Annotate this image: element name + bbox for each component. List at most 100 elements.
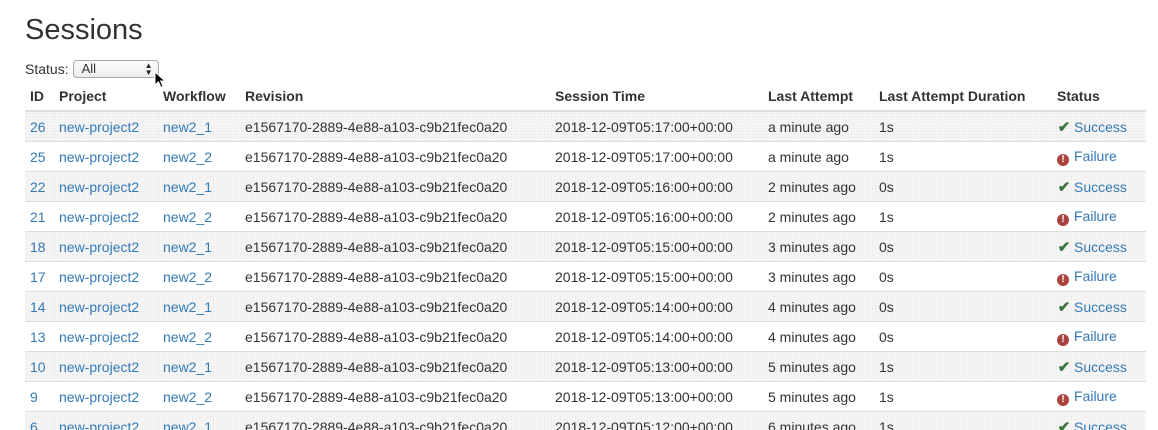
exclamation-circle-icon: !	[1057, 213, 1069, 226]
status-cell: ✔ Success	[1052, 171, 1146, 202]
status-link[interactable]: Success	[1074, 359, 1127, 375]
project-link[interactable]: new-project2	[59, 149, 139, 165]
session-id-cell: 21	[25, 201, 54, 232]
status-cell: ! Failure	[1052, 381, 1146, 412]
project-link[interactable]: new-project2	[59, 119, 139, 135]
last-attempt-cell: 5 minutes ago	[763, 381, 874, 412]
table-row: 9 new-project2 new2_2 e1567170-2889-4e88-a1…	[25, 381, 1146, 412]
status-cell: ✔ Success	[1052, 411, 1146, 430]
select-arrows-icon: ▲ ▼	[144, 61, 153, 77]
status-link[interactable]: Failure	[1074, 328, 1117, 344]
workflow-link[interactable]: new2_1	[163, 419, 212, 430]
session-id-cell: 14	[25, 291, 54, 322]
workflow-cell: new2_1	[158, 231, 240, 262]
workflow-cell: new2_1	[158, 291, 240, 322]
sessions-page: Sessions Status: All ▲ ▼ ID Project Workf…	[0, 0, 1158, 430]
project-link[interactable]: new-project2	[59, 419, 139, 430]
exclamation-circle-icon: !	[1057, 273, 1069, 286]
last-attempt-cell: 3 minutes ago	[763, 231, 874, 262]
status-cell: ✔ Success	[1052, 231, 1146, 262]
status-link[interactable]: Success	[1074, 119, 1127, 135]
workflow-link[interactable]: new2_2	[163, 269, 212, 285]
session-time-cell: 2018-12-09T05:16:00+00:00	[550, 201, 763, 232]
session-id-link[interactable]: 22	[30, 179, 46, 195]
duration-cell: 0s	[874, 321, 1052, 352]
page-title: Sessions	[25, 14, 143, 46]
revision-cell: e1567170-2889-4e88-a103-c9b21fec0a20	[240, 321, 550, 352]
revision-cell: e1567170-2889-4e88-a103-c9b21fec0a20	[240, 381, 550, 412]
session-id-link[interactable]: 10	[30, 359, 46, 375]
duration-cell: 1s	[874, 381, 1052, 412]
session-id-cell: 25	[25, 141, 54, 172]
check-icon: ✔	[1057, 298, 1071, 316]
workflow-link[interactable]: new2_2	[163, 209, 212, 225]
project-link[interactable]: new-project2	[59, 389, 139, 405]
workflow-link[interactable]: new2_1	[163, 299, 212, 315]
session-id-link[interactable]: 18	[30, 239, 46, 255]
last-attempt-cell: 6 minutes ago	[763, 411, 874, 430]
session-id-cell: 17	[25, 261, 54, 292]
session-id-link[interactable]: 21	[30, 209, 46, 225]
status-link[interactable]: Success	[1074, 179, 1127, 195]
duration-cell: 1s	[874, 110, 1052, 142]
last-attempt-cell: 4 minutes ago	[763, 321, 874, 352]
table-row: 26 new-project2 new2_1 e1567170-2889-4e88-a…	[25, 110, 1146, 142]
header-workflow: Workflow	[158, 81, 240, 112]
project-link[interactable]: new-project2	[59, 299, 139, 315]
project-link[interactable]: new-project2	[59, 179, 139, 195]
workflow-link[interactable]: new2_1	[163, 179, 212, 195]
session-id-link[interactable]: 13	[30, 329, 46, 345]
status-cell: ✔ Success	[1052, 351, 1146, 382]
project-link[interactable]: new-project2	[59, 239, 139, 255]
project-cell: new-project2	[54, 261, 158, 292]
status-link[interactable]: Success	[1074, 299, 1127, 315]
project-cell: new-project2	[54, 171, 158, 202]
status-link[interactable]: Failure	[1074, 388, 1117, 404]
header-session-time: Session Time	[550, 81, 763, 112]
revision-cell: e1567170-2889-4e88-a103-c9b21fec0a20	[240, 110, 550, 142]
status-cell: ✔ Success	[1052, 291, 1146, 322]
duration-cell: 0s	[874, 231, 1052, 262]
check-icon: ✔	[1057, 118, 1071, 136]
workflow-link[interactable]: new2_2	[163, 329, 212, 345]
header-last-attempt-duration: Last Attempt Duration	[874, 81, 1052, 112]
duration-cell: 1s	[874, 141, 1052, 172]
workflow-link[interactable]: new2_1	[163, 359, 212, 375]
session-id-cell: 10	[25, 351, 54, 382]
status-link[interactable]: Failure	[1074, 208, 1117, 224]
project-cell: new-project2	[54, 110, 158, 142]
status-link[interactable]: Success	[1074, 419, 1127, 430]
project-link[interactable]: new-project2	[59, 209, 139, 225]
status-link[interactable]: Success	[1074, 239, 1127, 255]
project-link[interactable]: new-project2	[59, 359, 139, 375]
workflow-link[interactable]: new2_1	[163, 239, 212, 255]
revision-cell: e1567170-2889-4e88-a103-c9b21fec0a20	[240, 141, 550, 172]
session-id-cell: 13	[25, 321, 54, 352]
session-id-link[interactable]: 14	[30, 299, 46, 315]
table-row: 25 new-project2 new2_2 e1567170-2889-4e88-a…	[25, 141, 1146, 172]
session-id-link[interactable]: 26	[30, 119, 46, 135]
session-id-link[interactable]: 17	[30, 269, 46, 285]
session-id-cell: 22	[25, 171, 54, 202]
header-status: Status	[1052, 81, 1146, 112]
session-id-link[interactable]: 9	[30, 389, 38, 405]
project-link[interactable]: new-project2	[59, 329, 139, 345]
check-icon: ✔	[1057, 418, 1071, 430]
status-select[interactable]: All ▲ ▼	[72, 60, 159, 78]
workflow-link[interactable]: new2_2	[163, 149, 212, 165]
table-row: 22 new-project2 new2_1 e1567170-2889-4e88-a…	[25, 171, 1146, 202]
status-link[interactable]: Failure	[1074, 268, 1117, 284]
project-link[interactable]: new-project2	[59, 269, 139, 285]
header-project: Project	[54, 81, 158, 112]
revision-cell: e1567170-2889-4e88-a103-c9b21fec0a20	[240, 201, 550, 232]
duration-cell: 1s	[874, 201, 1052, 232]
session-id-link[interactable]: 6	[30, 419, 38, 430]
workflow-link[interactable]: new2_1	[163, 119, 212, 135]
session-time-cell: 2018-12-09T05:14:00+00:00	[550, 291, 763, 322]
status-select-value: All	[81, 61, 97, 76]
session-id-link[interactable]: 25	[30, 149, 46, 165]
status-link[interactable]: Failure	[1074, 148, 1117, 164]
revision-cell: e1567170-2889-4e88-a103-c9b21fec0a20	[240, 411, 550, 430]
workflow-link[interactable]: new2_2	[163, 389, 212, 405]
duration-cell: 0s	[874, 291, 1052, 322]
